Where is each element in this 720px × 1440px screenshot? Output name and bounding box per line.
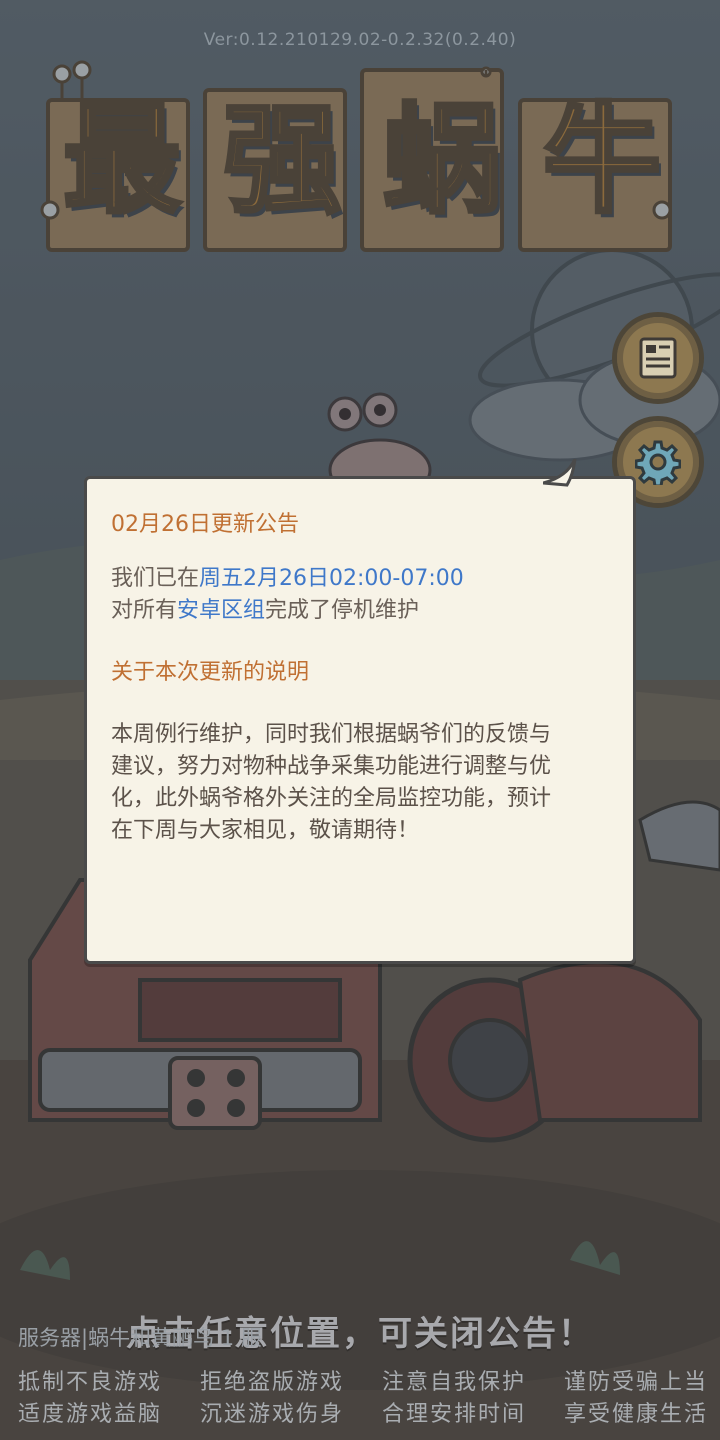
version-label: Ver:0.12.210129.02-0.2.32(0.2.40) <box>203 30 517 50</box>
health-advice: 谨防受骗上当 <box>563 1370 708 1395</box>
server-label[interactable]: 服务器|蜗牛和黄鹂鸟 1 服 <box>18 1322 262 1352</box>
notice-body: 02月26日更新公告 我们已在周五2月26日02:00-07:00 对所有安卓区… <box>111 509 615 847</box>
logo-char-4: 牛 <box>541 91 663 229</box>
notice-board-button[interactable] <box>612 312 704 404</box>
logo-char-2: 强 <box>221 91 343 229</box>
health-advice-line-2: 适度游戏益脑 沉迷游戏伤身 合理安排时间 享受健康生活 <box>18 1396 708 1428</box>
health-advice: 注意自我保护 <box>381 1370 526 1395</box>
health-advice: 拒绝盗版游戏 <box>199 1370 344 1395</box>
notice-section-title: 关于本次更新的说明 <box>111 660 310 685</box>
notice-line-2: 对所有安卓区组完成了停机维护 <box>111 595 615 627</box>
logo-char-1: 最 <box>61 91 183 229</box>
speech-bubble-tail <box>543 459 577 487</box>
notice-line-1-text: 我们已在 <box>111 566 200 591</box>
notice-line-1: 我们已在周五2月26日02:00-07:00 <box>111 563 615 595</box>
health-advice: 适度游戏益脑 <box>18 1402 163 1427</box>
paragraph-line: 本周例行维护，同时我们根据蜗爷们的反馈与 <box>111 722 552 747</box>
maintenance-time: 周五2月26日02:00-07:00 <box>199 566 464 591</box>
notice-board-icon <box>639 337 677 379</box>
notice-line-2-post: 完成了停机维护 <box>265 598 420 623</box>
paragraph-line: 化，此外蜗爷格外关注的全局监控功能，预计 <box>111 786 552 811</box>
gear-icon <box>635 440 681 485</box>
health-advice: 合理安排时间 <box>381 1402 526 1427</box>
game-logo: 最 强 蜗 牛 <box>40 60 680 260</box>
notice-title: 02月26日更新公告 <box>111 512 299 537</box>
health-advice: 沉迷游戏伤身 <box>199 1402 344 1427</box>
paragraph-line: 在下周与大家相见，敬请期待！ <box>111 818 420 843</box>
paragraph-line: 建议，努力对物种战争采集功能进行调整与优 <box>111 754 552 779</box>
server-group: 安卓区组 <box>177 598 266 623</box>
notice-paragraph: 本周例行维护，同时我们根据蜗爷们的反馈与 建议，努力对物种战争采集功能进行调整与… <box>111 719 615 847</box>
notice-dialog: 02月26日更新公告 我们已在周五2月26日02:00-07:00 对所有安卓区… <box>84 459 636 964</box>
notice-line-2-pre: 对所有 <box>111 598 178 623</box>
logo-char-3: 蜗 <box>381 91 503 229</box>
health-advice: 享受健康生活 <box>563 1402 708 1427</box>
health-advice: 抵制不良游戏 <box>18 1370 163 1395</box>
health-advice-line-1: 抵制不良游戏 拒绝盗版游戏 注意自我保护 谨防受骗上当 <box>18 1364 708 1396</box>
